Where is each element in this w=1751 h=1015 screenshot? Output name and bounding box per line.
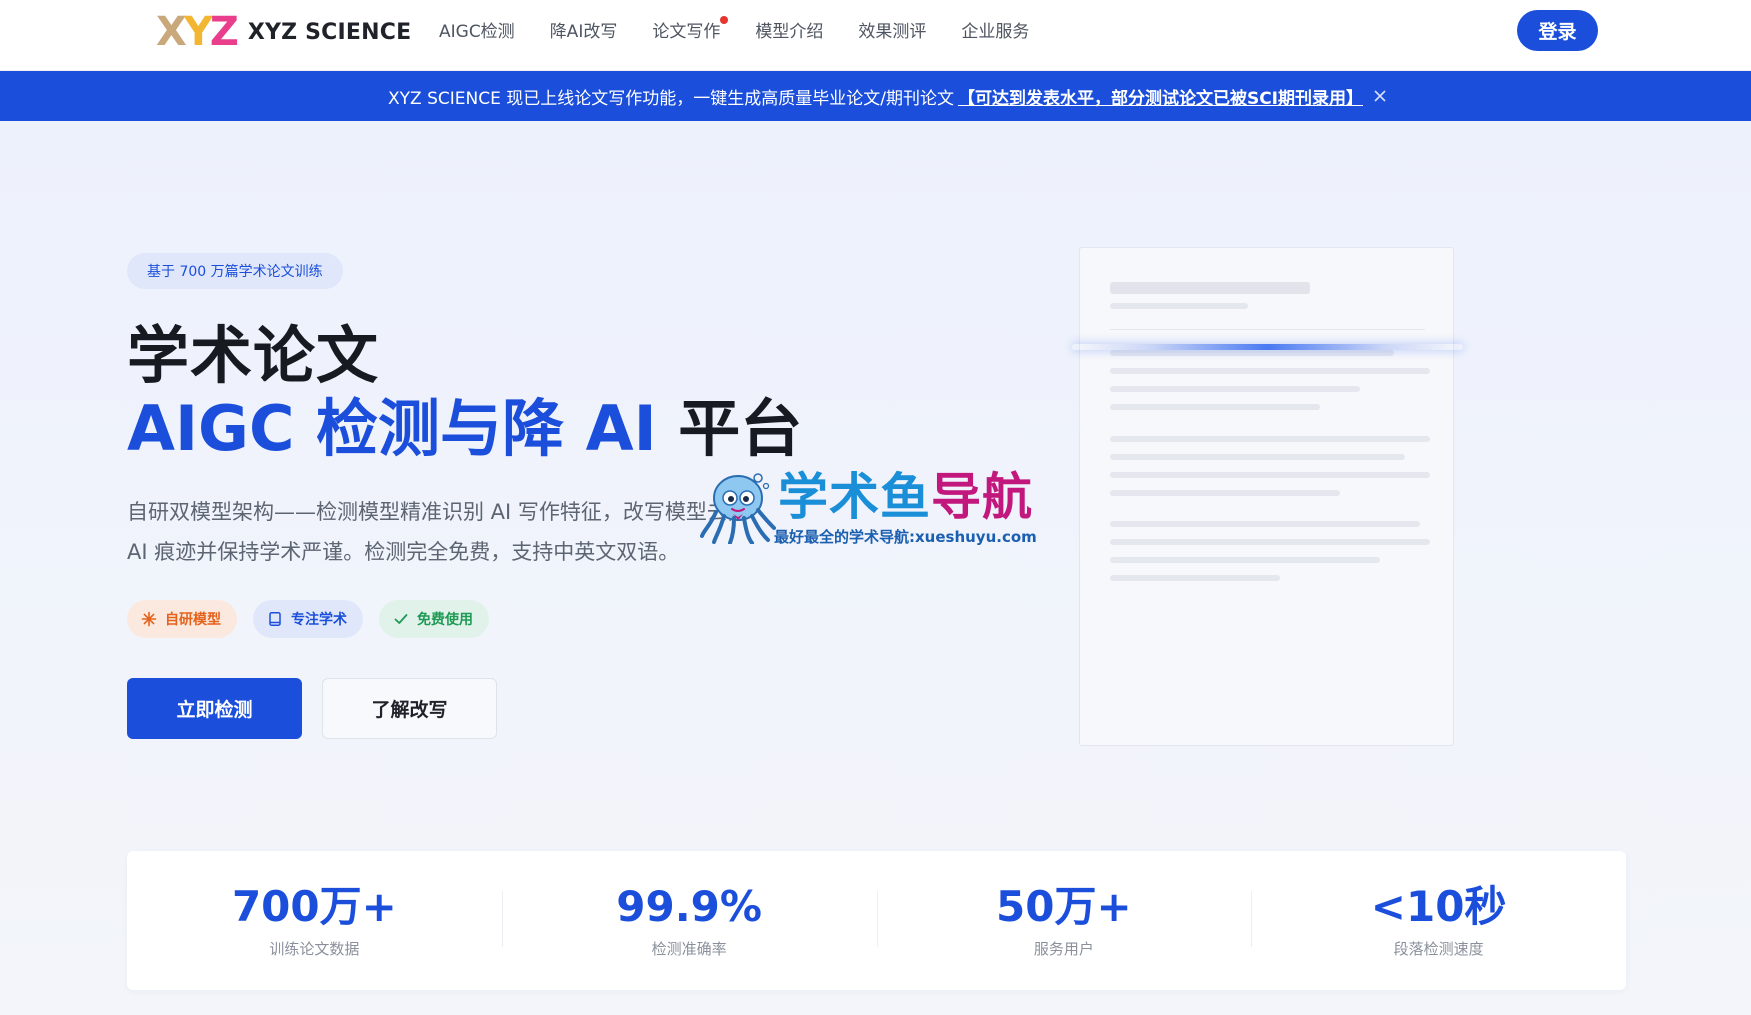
doc-line	[1110, 436, 1430, 442]
book-icon	[267, 611, 283, 627]
tag-academic-focus: 专注学术	[253, 600, 363, 638]
nav-label: AIGC检测	[439, 22, 515, 42]
watermark-title-part1: 学术鱼	[778, 468, 931, 526]
top-navbar: X Y Z XYZ SCIENCE AIGC检测 降AI改写 论文写作 模型介绍…	[0, 0, 1751, 71]
login-button[interactable]: 登录	[1517, 10, 1598, 51]
stat-users: 50万+ 服务用户	[876, 851, 1252, 990]
nav-label: 企业服务	[961, 22, 1030, 42]
hero-title-line2: AIGC 检测与降 AI 平台	[127, 393, 802, 465]
hero-badge: 基于 700 万篇学术论文训练	[127, 253, 343, 289]
tag-self-developed: 自研模型	[127, 600, 237, 638]
stat-label: 服务用户	[1033, 940, 1094, 958]
nav-item-evaluation[interactable]: 效果测评	[858, 18, 926, 46]
stat-training-data: 700万+ 训练论文数据	[127, 851, 502, 990]
stat-accuracy: 99.9% 检测准确率	[501, 851, 877, 990]
nav-label: 效果测评	[858, 22, 927, 42]
nav-label: 论文写作	[652, 22, 721, 42]
logo-text: XYZ SCIENCE	[247, 19, 412, 45]
stat-label: 训练论文数据	[269, 940, 360, 958]
brand-logo[interactable]: X Y Z XYZ SCIENCE	[156, 10, 411, 54]
nav-item-aigc-detect[interactable]: AIGC检测	[439, 18, 515, 46]
doc-line	[1110, 404, 1320, 410]
tag-label: 专注学术	[291, 612, 347, 628]
watermark-subtitle: 最好最全的学术导航:xueshuyu.com	[774, 528, 1037, 546]
stat-value: 700万+	[231, 882, 397, 931]
logo-letter-x: X	[156, 9, 187, 55]
doc-line	[1110, 521, 1420, 527]
check-icon	[393, 611, 409, 627]
stat-value: 99.9%	[616, 882, 762, 931]
doc-line	[1110, 454, 1405, 460]
learn-rewrite-button[interactable]: 了解改写	[322, 678, 497, 739]
watermark-title-part2: 导航	[931, 468, 1033, 526]
nav-item-paper-writing[interactable]: 论文写作	[652, 16, 729, 46]
nav-label: 模型介绍	[755, 22, 824, 42]
nav-item-enterprise[interactable]: 企业服务	[961, 18, 1029, 46]
doc-line	[1110, 350, 1394, 356]
announcement-text: XYZ SCIENCE 现已上线论文写作功能，一键生成高质量毕业论文/期刊论文	[387, 88, 954, 109]
stat-value: <10秒	[1370, 882, 1507, 931]
watermark-xueshuyu: 学术鱼导航 最好最全的学术导航:xueshuyu.com	[700, 468, 1052, 548]
watermark-title: 学术鱼导航	[778, 468, 1033, 526]
doc-divider	[1110, 329, 1425, 330]
nav-item-ai-rewrite[interactable]: 降AI改写	[550, 18, 618, 46]
doc-line	[1110, 557, 1380, 563]
announcement-bar: XYZ SCIENCE 现已上线论文写作功能，一键生成高质量毕业论文/期刊论文 …	[0, 71, 1751, 121]
document-preview-illustration	[1072, 247, 1463, 746]
nav-label: 降AI改写	[549, 22, 618, 42]
feature-tags: 自研模型 专注学术 免费使用	[127, 600, 489, 638]
stat-speed: <10秒 段落检测速度	[1251, 851, 1626, 990]
hero-title-line1: 学术论文	[127, 319, 380, 392]
hero-title-highlight: AIGC 检测与降 AI	[127, 392, 657, 465]
stat-label: 检测准确率	[651, 940, 727, 958]
tag-label: 自研模型	[165, 612, 221, 628]
detect-now-button[interactable]: 立即检测	[127, 678, 302, 739]
close-icon-glyph	[1374, 90, 1386, 102]
tag-free-use: 免费使用	[379, 600, 489, 638]
hero-title-rest: 平台	[656, 392, 803, 465]
logo-mark: X Y Z	[156, 9, 239, 55]
sparkle-icon	[141, 611, 157, 627]
tag-label: 免费使用	[417, 612, 473, 628]
stat-value: 50万+	[996, 882, 1132, 931]
logo-letter-y: Y	[183, 9, 213, 55]
doc-line	[1110, 386, 1360, 392]
stat-label: 段落检测速度	[1393, 940, 1484, 958]
hero-description: 自研双模型架构——检测模型精准识别 AI 写作特征，改写模型去除 AI 痕迹并保…	[127, 500, 749, 564]
doc-line	[1110, 575, 1280, 581]
announcement-link[interactable]: 【可达到发表水平，部分测试论文已被SCI期刊录用】	[958, 84, 1363, 109]
doc-line	[1110, 472, 1430, 478]
doc-line	[1110, 368, 1430, 374]
doc-line	[1110, 303, 1248, 309]
main-nav: AIGC检测 降AI改写 论文写作 模型介绍 效果测评 企业服务	[439, 16, 1064, 46]
stats-panel: 700万+ 训练论文数据 99.9% 检测准确率 50万+ 服务用户 <10秒 …	[127, 851, 1626, 990]
close-icon[interactable]	[1370, 86, 1390, 106]
octopus-mascot-icon	[700, 473, 776, 544]
scan-line	[1072, 344, 1463, 350]
doc-title-line	[1110, 282, 1310, 294]
doc-line	[1110, 539, 1430, 545]
new-dot-badge	[720, 16, 729, 24]
nav-item-model-intro[interactable]: 模型介绍	[755, 18, 823, 46]
logo-letter-z: Z	[209, 9, 239, 55]
doc-line	[1110, 490, 1340, 496]
